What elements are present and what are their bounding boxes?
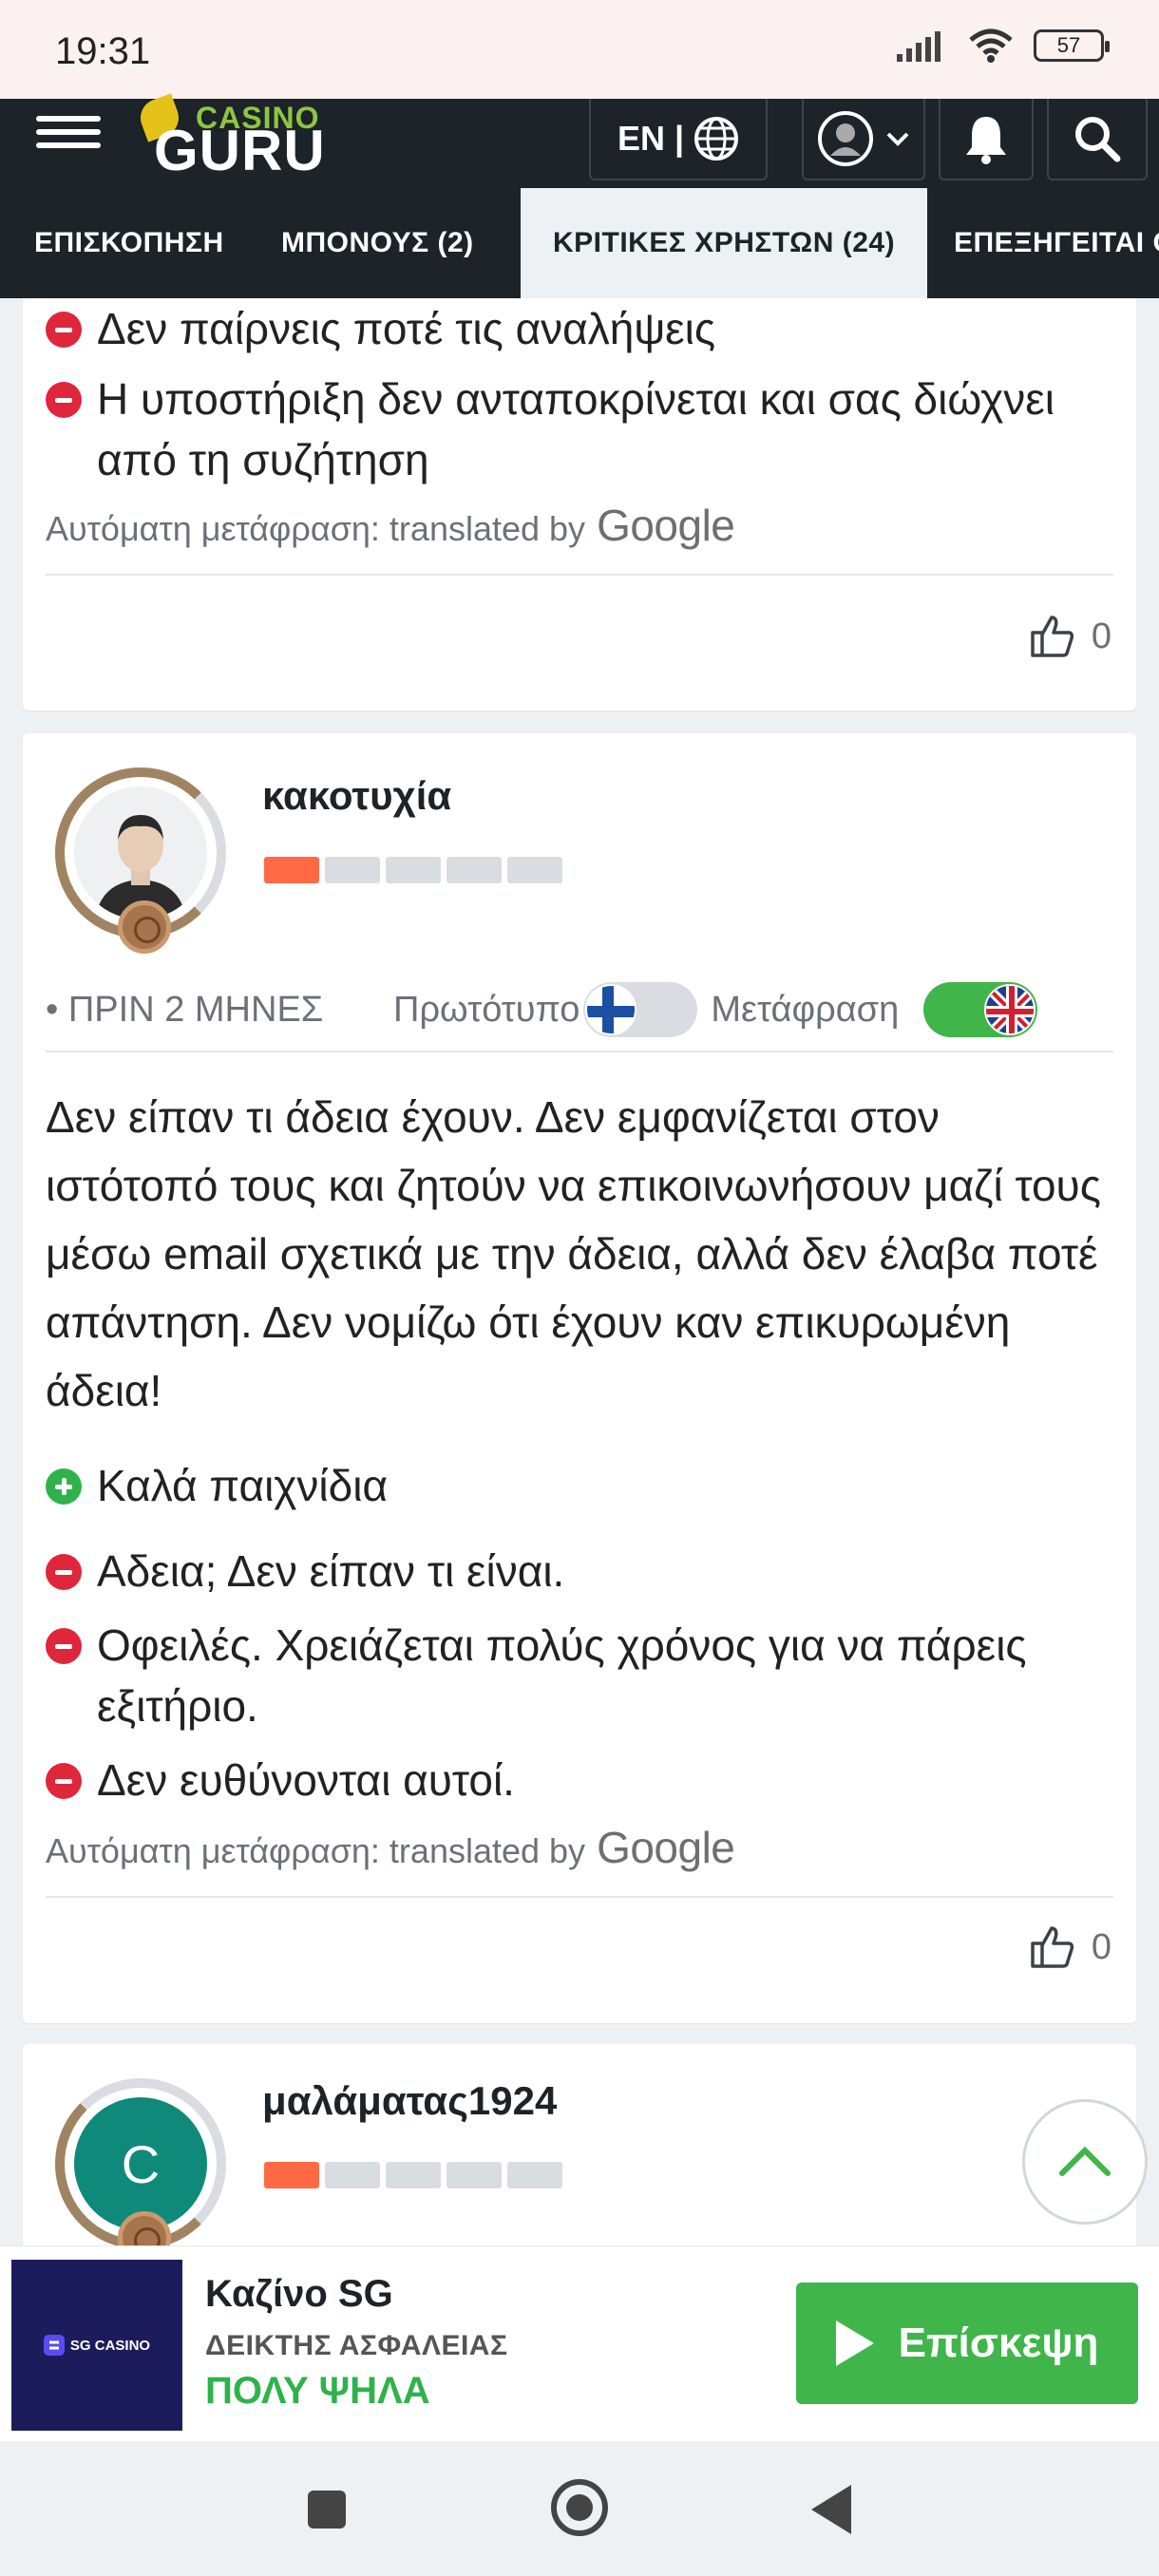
sg-casino-logo[interactable]: SG CASINO — [11, 2260, 182, 2431]
bronze-medal-icon — [118, 900, 171, 954]
reviews-list: Δεν παίρνεις ποτέ τις αναλήψεις Η υποστή… — [0, 298, 1159, 2245]
review-card: κακοτυχία • ΠΡΙΝ 2 ΜΗΝΕΣ Πρωτότυπο Μετάφ… — [23, 733, 1136, 2023]
like-count: 0 — [1091, 1926, 1112, 1967]
user-avatar-icon — [74, 786, 207, 919]
user-menu-button[interactable] — [802, 99, 925, 180]
con-item: Αδεια; Δεν είπαν τι είναι. — [23, 1541, 1136, 1601]
user-level-bar — [264, 857, 562, 883]
scroll-to-top-button[interactable] — [1022, 2099, 1148, 2225]
visit-button[interactable]: Επίσκεψη — [796, 2282, 1138, 2404]
divider — [46, 1896, 1113, 1898]
status-time: 19:31 — [55, 30, 151, 72]
casino-banner: SG CASINO Καζίνο SG ΔΕΙΚΤΗΣ ΑΣΦΑΛΕΙΑΣ ΠΟ… — [0, 2245, 1159, 2441]
top-navbar: CASINO GURU EN | — [0, 93, 1159, 188]
con-item: Η υποστήριξη δεν ανταποκρίνεται και σας … — [23, 369, 1136, 490]
tab-overview[interactable]: ΕΠΙΣΚΟΠΗΣΗ — [34, 188, 224, 298]
divider — [46, 1051, 1113, 1052]
avatar[interactable]: C — [55, 2078, 226, 2245]
battery-icon: 57 — [1034, 29, 1110, 62]
chevron-up-icon — [1059, 2146, 1111, 2176]
banner-casino-name[interactable]: Καζίνο SG — [205, 2273, 393, 2316]
avatar[interactable] — [55, 767, 226, 954]
status-icons: 57 — [897, 28, 1110, 63]
google-logo: Google — [597, 501, 735, 550]
search-icon — [1075, 117, 1121, 162]
review-tabs: ΕΠΙΣΚΟΠΗΣΗ ΜΠΟΝΟΥΣ (2) ΚΡΙΤΙΚΕΣ ΧΡΗΣΤΩΝ … — [0, 188, 1159, 298]
review-card: C μαλάματας1924 — [23, 2044, 1136, 2245]
minus-icon — [46, 312, 82, 348]
translation-note: Αυτόματη μετάφραση: translated by Google — [46, 501, 735, 550]
signal-icon — [897, 31, 940, 62]
minus-icon — [46, 1763, 82, 1799]
con-item: Δεν παίρνεις ποτέ τις αναλήψεις — [23, 298, 1136, 359]
minus-icon — [46, 382, 82, 418]
plus-icon — [46, 1468, 82, 1505]
tab-explained[interactable]: ΕΠΕΞΗΓΕΙΤΑΙ Ο — [954, 188, 1159, 298]
translation-toggle[interactable] — [923, 982, 1038, 1037]
search-button[interactable] — [1047, 99, 1148, 180]
review-username[interactable]: μαλάματας1924 — [262, 2078, 557, 2124]
translation-note: Αυτόματη μετάφραση: translated by Google — [46, 1823, 735, 1872]
globe-icon — [694, 117, 739, 161]
review-card: Δεν παίρνεις ποτέ τις αναλήψεις Η υποστή… — [23, 298, 1136, 710]
safety-index-label: ΔΕΙΚΤΗΣ ΑΣΦΑΛΕΙΑΣ — [205, 2330, 508, 2361]
review-date: • ΠΡΙΝ 2 ΜΗΝΕΣ — [46, 989, 324, 1030]
con-item: Οφειλές. Χρειάζεται πολύς χρόνος για να … — [23, 1615, 1136, 1736]
con-item: Δεν ευθύνονται αυτοί. — [23, 1750, 1136, 1810]
like-count: 0 — [1091, 616, 1112, 656]
sg-logo-icon — [43, 2335, 65, 2356]
language-button[interactable]: EN | — [589, 99, 768, 180]
finland-flag-icon — [585, 984, 637, 1035]
avatar-letter: C — [74, 2097, 207, 2230]
notifications-button[interactable] — [939, 99, 1034, 180]
back-icon[interactable] — [811, 2485, 851, 2534]
minus-icon — [46, 1554, 82, 1590]
home-icon[interactable] — [551, 2479, 608, 2536]
translation-label: Μετάφραση — [711, 989, 900, 1030]
original-toggle[interactable] — [583, 982, 698, 1037]
review-text: Δεν είπαν τι άδεια έχουν. Δεν εμφανίζετα… — [46, 1092, 1101, 1415]
tab-user-reviews[interactable]: ΚΡΙΤΙΚΕΣ ΧΡΗΣΤΩΝ (24) — [521, 188, 928, 298]
google-logo: Google — [597, 1823, 735, 1872]
thumbs-up-icon — [1031, 1926, 1074, 1968]
android-nav-bar — [0, 2441, 1159, 2576]
safety-index-value: ΠΟΛΥ ΨΗΛΑ — [205, 2370, 430, 2412]
user-avatar-icon — [818, 111, 873, 166]
like-button[interactable]: 0 — [1029, 614, 1112, 659]
chevron-down-icon — [886, 132, 909, 146]
language-label: EN | — [617, 119, 685, 158]
original-label: Πρωτότυπο — [393, 989, 580, 1030]
user-level-bar — [264, 2162, 562, 2188]
minus-icon — [46, 1628, 82, 1664]
recents-icon[interactable] — [308, 2491, 346, 2529]
uk-flag-icon — [984, 984, 1036, 1035]
like-button[interactable]: 0 — [1029, 1924, 1112, 1970]
play-icon — [835, 2320, 874, 2366]
status-bar: 19:31 57 — [0, 0, 1159, 99]
wifi-icon — [969, 28, 1013, 63]
menu-icon[interactable] — [36, 108, 101, 161]
tab-bonuses[interactable]: ΜΠΟΝΟΥΣ (2) — [281, 188, 474, 298]
review-username[interactable]: κακοτυχία — [262, 773, 451, 819]
pro-item: Καλά παιχνίδια — [23, 1455, 1136, 1516]
bell-icon — [966, 117, 1006, 164]
review-meta: • ΠΡΙΝ 2 ΜΗΝΕΣ Πρωτότυπο Μετάφραση — [46, 982, 1113, 1037]
divider — [46, 574, 1113, 576]
thumbs-up-icon — [1031, 616, 1074, 657]
